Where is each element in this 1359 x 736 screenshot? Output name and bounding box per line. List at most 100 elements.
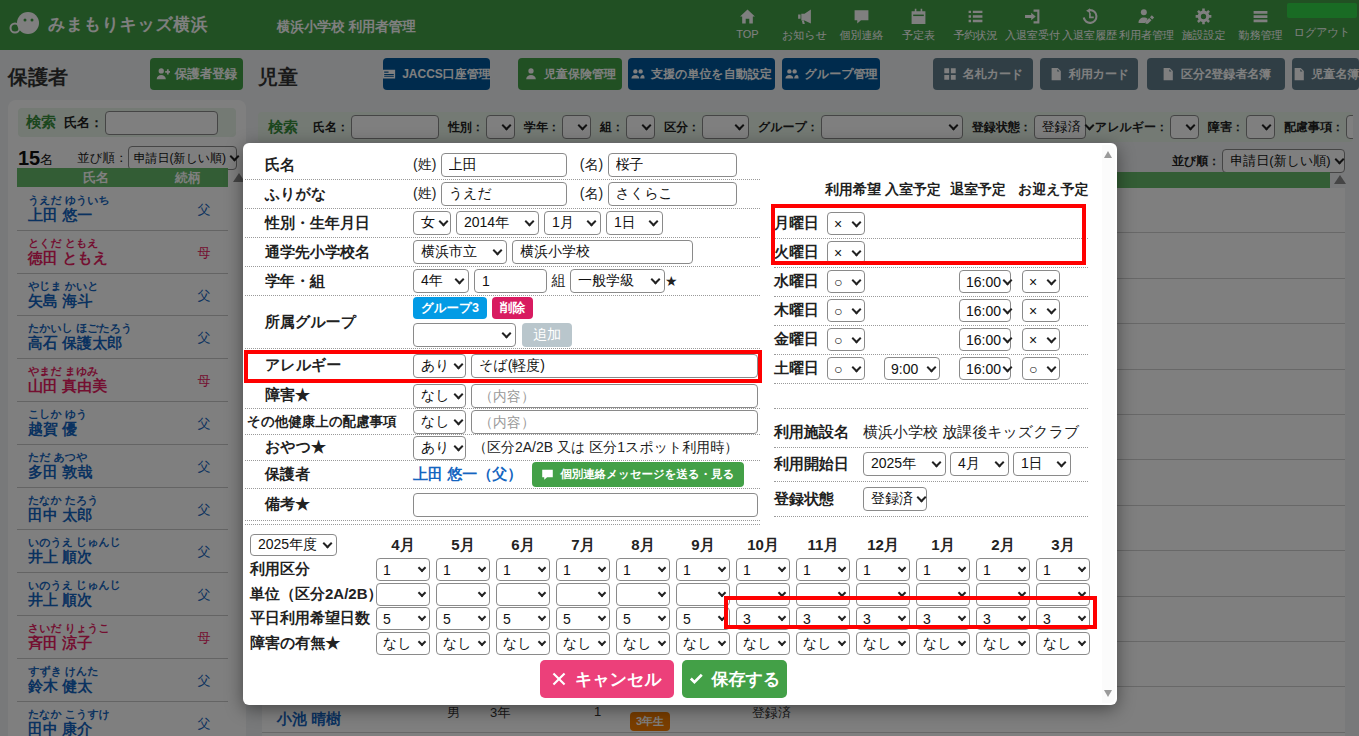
grade-select[interactable]: 4年 — [413, 269, 469, 293]
first-name-input[interactable] — [608, 153, 737, 177]
usage-select-1-3[interactable] — [556, 583, 610, 606]
class-input[interactable] — [474, 269, 547, 293]
usage-select-2-6[interactable]: 3 — [736, 607, 790, 630]
usage-select-0-0[interactable]: 1 — [376, 558, 430, 581]
usage-select-2-5[interactable]: 5 — [676, 607, 730, 630]
usage-select-3-9[interactable]: なし — [916, 632, 970, 655]
fiscal-year-select[interactable]: 2025年度 — [250, 534, 337, 556]
pickup-select-木曜日[interactable]: × — [1022, 299, 1060, 322]
scroll-up-icon[interactable] — [1104, 151, 1112, 158]
usage-select-0-6[interactable]: 1 — [736, 558, 790, 581]
usage-select-3-5[interactable]: なし — [676, 632, 730, 655]
usage-select-1-7[interactable] — [796, 583, 850, 606]
usage-select-0-2[interactable]: 1 — [496, 558, 550, 581]
snack-select[interactable]: あり — [413, 436, 466, 460]
usage-select-3-6[interactable]: なし — [736, 632, 790, 655]
usage-select-2-2[interactable]: 5 — [496, 607, 550, 630]
health-select[interactable]: なし — [413, 410, 466, 434]
school-type-select[interactable]: 横浜市立 — [413, 240, 507, 264]
usage-select-2-8[interactable]: 3 — [856, 607, 910, 630]
usage-select-0-9[interactable]: 1 — [916, 558, 970, 581]
birth-month-select[interactable]: 1月 — [544, 211, 601, 235]
disability-detail-input[interactable] — [471, 384, 758, 408]
wish-select-土曜日[interactable]: ○ — [827, 357, 865, 380]
start-day-select[interactable]: 1日 — [1013, 452, 1071, 476]
wish-select-月曜日[interactable]: × — [827, 212, 865, 235]
usage-select-1-9[interactable] — [916, 583, 970, 606]
save-button[interactable]: 保存する — [682, 660, 787, 698]
usage-select-0-8[interactable]: 1 — [856, 558, 910, 581]
usage-select-2-3[interactable]: 5 — [556, 607, 610, 630]
pickup-select-水曜日[interactable]: × — [1022, 270, 1060, 293]
usage-select-1-4[interactable] — [616, 583, 670, 606]
disability-select[interactable]: なし — [413, 384, 466, 408]
usage-select-0-10[interactable]: 1 — [976, 558, 1030, 581]
entry-time-select-土曜日[interactable]: 9:00 — [884, 357, 940, 380]
allergy-select[interactable]: あり — [413, 354, 466, 378]
usage-select-3-10[interactable]: なし — [976, 632, 1030, 655]
birth-day-select[interactable]: 1日 — [606, 211, 663, 235]
usage-select-0-3[interactable]: 1 — [556, 558, 610, 581]
send-message-button[interactable]: 個別連絡メッセージを送る・見る — [532, 462, 743, 487]
status-select[interactable]: 登録済 — [863, 487, 927, 511]
usage-select-1-6[interactable] — [736, 583, 790, 606]
usage-select-0-7[interactable]: 1 — [796, 558, 850, 581]
usage-select-0-4[interactable]: 1 — [616, 558, 670, 581]
usage-select-3-1[interactable]: なし — [436, 632, 490, 655]
usage-select-0-11[interactable]: 1 — [1036, 558, 1090, 581]
usage-select-2-0[interactable]: 5 — [376, 607, 430, 630]
pickup-select-金曜日[interactable]: × — [1022, 328, 1060, 351]
first-kana-input[interactable] — [608, 182, 737, 206]
group-add-button[interactable]: 追加 — [522, 323, 572, 347]
usage-select-2-11[interactable]: 3 — [1036, 607, 1090, 630]
modal-scrollbar[interactable] — [1102, 145, 1115, 703]
start-year-select[interactable]: 2025年 — [863, 452, 946, 476]
class-type-select[interactable]: 一般学級 — [570, 269, 665, 293]
wish-select-水曜日[interactable]: ○ — [827, 270, 865, 293]
exit-time-select-金曜日[interactable]: 16:00 — [959, 328, 1011, 351]
last-name-input[interactable] — [441, 153, 567, 177]
exit-time-select-土曜日[interactable]: 16:00 — [959, 357, 1011, 380]
health-detail-input[interactable] — [471, 410, 758, 434]
pickup-select-土曜日[interactable]: ○ — [1022, 357, 1060, 380]
usage-select-0-1[interactable]: 1 — [436, 558, 490, 581]
usage-select-1-11[interactable] — [1036, 583, 1090, 606]
usage-select-1-1[interactable] — [436, 583, 490, 606]
birth-year-select[interactable]: 2014年 — [456, 211, 539, 235]
scroll-down-icon[interactable] — [1104, 690, 1112, 697]
usage-select-3-4[interactable]: なし — [616, 632, 670, 655]
usage-select-1-10[interactable] — [976, 583, 1030, 606]
usage-select-2-9[interactable]: 3 — [916, 607, 970, 630]
usage-select-1-2[interactable] — [496, 583, 550, 606]
start-month-select[interactable]: 4月 — [950, 452, 1009, 476]
usage-select-2-4[interactable]: 5 — [616, 607, 670, 630]
usage-select-3-11[interactable]: なし — [1036, 632, 1090, 655]
group-delete-button[interactable]: 削除 — [492, 297, 533, 319]
usage-select-2-7[interactable]: 3 — [796, 607, 850, 630]
group-select[interactable] — [413, 323, 516, 347]
usage-select-1-5[interactable] — [676, 583, 730, 606]
usage-select-0-5[interactable]: 1 — [676, 558, 730, 581]
wish-select-火曜日[interactable]: × — [827, 241, 865, 264]
usage-select-1-8[interactable] — [856, 583, 910, 606]
usage-select-1-0[interactable] — [376, 583, 430, 606]
chevron-down-icon — [1018, 613, 1026, 621]
school-name-input[interactable] — [512, 240, 693, 264]
usage-select-3-0[interactable]: なし — [376, 632, 430, 655]
exit-time-select-木曜日[interactable]: 16:00 — [959, 299, 1011, 322]
gender-select[interactable]: 女 — [413, 211, 451, 235]
wish-select-木曜日[interactable]: ○ — [827, 299, 865, 322]
usage-select-2-1[interactable]: 5 — [436, 607, 490, 630]
usage-select-3-3[interactable]: なし — [556, 632, 610, 655]
memo-input[interactable] — [413, 493, 758, 517]
usage-select-3-7[interactable]: なし — [796, 632, 850, 655]
usage-select-3-2[interactable]: なし — [496, 632, 550, 655]
usage-select-2-10[interactable]: 3 — [976, 607, 1030, 630]
exit-time-select-水曜日[interactable]: 16:00 — [959, 270, 1011, 293]
usage-select-3-8[interactable]: なし — [856, 632, 910, 655]
allergy-detail-input[interactable] — [471, 354, 758, 378]
cancel-button[interactable]: キャンセル — [540, 660, 674, 698]
parent-link[interactable]: 上田 悠一（父） — [413, 465, 522, 484]
wish-select-金曜日[interactable]: ○ — [827, 328, 865, 351]
last-kana-input[interactable] — [441, 182, 567, 206]
